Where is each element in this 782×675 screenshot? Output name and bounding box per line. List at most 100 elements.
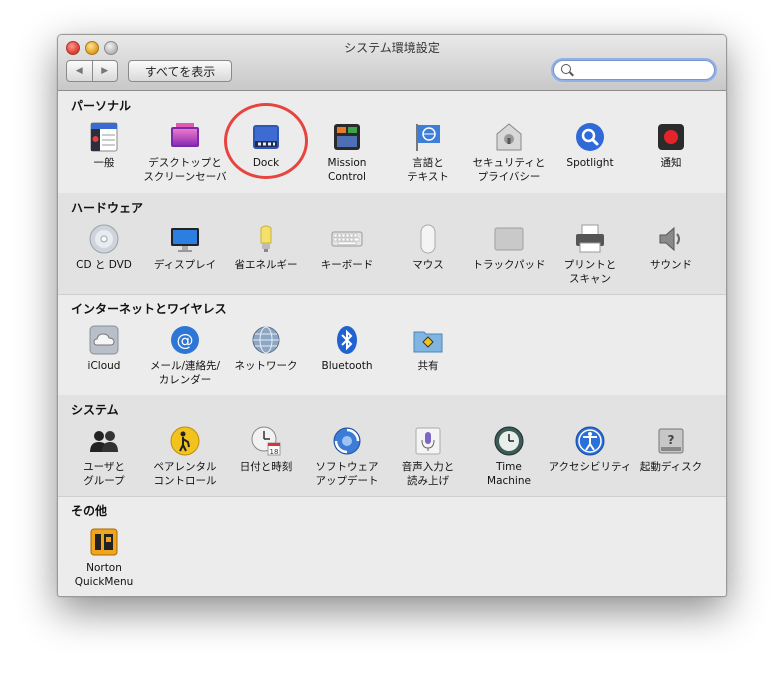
pref-label: ディスプレイ xyxy=(153,259,217,271)
section-internet: インターネットとワイヤレス iCloud @ メール/連絡先/ カレンダー ネッ… xyxy=(58,294,726,396)
time-machine-icon xyxy=(493,425,525,457)
section-title: ハードウェア xyxy=(71,201,144,215)
pref-label: 言語と テキスト xyxy=(407,157,449,183)
pref-label: ネットワーク xyxy=(234,360,298,372)
section-title: システム xyxy=(71,403,119,417)
pref-label: キーボード xyxy=(320,259,374,271)
pref-label: CD と DVD xyxy=(76,259,132,271)
toolbar: システム環境設定 ◀ ▶ すべてを表示 xyxy=(58,35,726,91)
pref-date-time[interactable]: 18 日付と時刻 xyxy=(224,425,308,474)
pref-startup-disk[interactable]: ? 起動ディスク xyxy=(629,425,713,474)
calendar-day: 18 xyxy=(270,448,279,456)
pref-spotlight[interactable]: Spotlight xyxy=(548,121,632,170)
pref-parental[interactable]: ペアレンタル コントロール xyxy=(143,425,227,488)
section-system: システム ユーザと グループ ペアレンタル コントロール 18 日付と時刻 ソフ… xyxy=(58,395,726,497)
show-all-button[interactable]: すべてを表示 xyxy=(128,60,232,82)
svg-text:?: ? xyxy=(668,433,675,447)
norton-icon xyxy=(88,526,120,558)
pref-notifications[interactable]: 通知 xyxy=(629,121,713,170)
section-hardware: ハードウェア CD と DVD ディスプレイ 省エネルギー キーボード マウス … xyxy=(58,193,726,295)
pref-keyboard[interactable]: キーボード xyxy=(305,223,389,272)
pref-desktop[interactable]: デスクトップと スクリーンセーバ xyxy=(143,121,227,184)
pref-language[interactable]: 言語と テキスト xyxy=(386,121,470,184)
parental-icon xyxy=(169,425,201,457)
section-personal: パーソナル 一般 デスクトップと スクリーンセーバ Dock Mission C… xyxy=(58,91,726,194)
pref-label: メール/連絡先/ カレンダー xyxy=(149,360,221,386)
search-field[interactable] xyxy=(553,60,715,80)
pref-label: 音声入力と 読み上げ xyxy=(401,461,455,487)
mission-control-icon xyxy=(331,121,363,153)
pref-label: Bluetooth xyxy=(321,360,373,372)
pref-printer[interactable]: プリントと スキャン xyxy=(548,223,632,286)
pref-label: サウンド xyxy=(650,259,692,271)
notifications-icon xyxy=(655,121,687,153)
language-icon xyxy=(412,121,444,153)
pref-label: 共有 xyxy=(417,360,439,372)
cd-dvd-icon xyxy=(88,223,120,255)
accessibility-icon xyxy=(574,425,606,457)
trackpad-icon xyxy=(493,223,525,255)
energy-icon xyxy=(250,223,282,255)
pref-label: ペアレンタル コントロール xyxy=(153,461,217,487)
nav-segment: ◀ ▶ xyxy=(66,60,118,82)
display-icon xyxy=(169,223,201,255)
desktop-icon xyxy=(169,121,201,153)
pref-label: マウス xyxy=(412,259,444,271)
pref-label: Mission Control xyxy=(327,157,367,183)
pref-label: iCloud xyxy=(87,360,121,372)
pref-software-update[interactable]: ソフトウェア アップデート xyxy=(305,425,389,488)
pref-label: デスクトップと スクリーンセーバ xyxy=(143,157,227,183)
pref-network[interactable]: ネットワーク xyxy=(224,324,308,373)
pref-label: 日付と時刻 xyxy=(239,461,293,473)
back-button[interactable]: ◀ xyxy=(67,61,92,81)
pref-accessibility[interactable]: アクセシビリティ xyxy=(548,425,632,474)
section-title: インターネットとワイヤレス xyxy=(71,302,227,316)
pref-energy[interactable]: 省エネルギー xyxy=(224,223,308,272)
spotlight-icon xyxy=(574,121,606,153)
sharing-icon xyxy=(412,324,444,356)
forward-button[interactable]: ▶ xyxy=(91,61,118,81)
pref-mail[interactable]: @ メール/連絡先/ カレンダー xyxy=(143,324,227,387)
security-icon xyxy=(493,121,525,153)
startup-disk-icon: ? xyxy=(655,425,687,457)
sound-icon xyxy=(655,223,687,255)
printer-icon xyxy=(574,223,606,255)
mouse-icon xyxy=(412,223,444,255)
pref-mission-control[interactable]: Mission Control xyxy=(305,121,389,184)
keyboard-icon xyxy=(331,223,363,255)
pref-bluetooth[interactable]: Bluetooth xyxy=(305,324,389,373)
pref-security[interactable]: セキュリティと プライバシー xyxy=(467,121,551,184)
pref-icloud[interactable]: iCloud xyxy=(62,324,146,373)
system-preferences-window: システム環境設定 ◀ ▶ すべてを表示 パーソナル 一般 デスクトップと スクリ… xyxy=(57,34,727,597)
highlight-circle xyxy=(224,103,308,179)
pref-label: アクセシビリティ xyxy=(548,461,632,473)
section-other: その他 Norton QuickMenu xyxy=(58,496,726,596)
search-input[interactable] xyxy=(574,62,708,79)
pref-label: 省エネルギー xyxy=(234,259,298,271)
pref-label: 通知 xyxy=(660,157,682,169)
pref-cd-dvd[interactable]: CD と DVD xyxy=(62,223,146,272)
general-icon xyxy=(88,121,120,153)
dictation-icon xyxy=(412,425,444,457)
pref-label: トラックパッド xyxy=(472,259,546,271)
pref-mouse[interactable]: マウス xyxy=(386,223,470,272)
date-time-icon: 18 xyxy=(250,425,282,457)
pref-dictation[interactable]: 音声入力と 読み上げ xyxy=(386,425,470,488)
pref-users[interactable]: ユーザと グループ xyxy=(62,425,146,488)
pref-sharing[interactable]: 共有 xyxy=(386,324,470,373)
pref-display[interactable]: ディスプレイ xyxy=(143,223,227,272)
pref-label: ユーザと グループ xyxy=(83,461,125,487)
pref-label: Time Machine xyxy=(487,461,531,487)
mail-icon: @ xyxy=(169,324,201,356)
pref-label: Norton QuickMenu xyxy=(74,562,134,588)
pref-general[interactable]: 一般 xyxy=(62,121,146,170)
pref-trackpad[interactable]: トラックパッド xyxy=(467,223,551,272)
pref-label: Spotlight xyxy=(566,157,614,169)
icloud-icon xyxy=(88,324,120,356)
pref-label: 起動ディスク xyxy=(639,461,703,473)
pref-time-machine[interactable]: Time Machine xyxy=(467,425,551,488)
pref-sound[interactable]: サウンド xyxy=(629,223,713,272)
bluetooth-icon xyxy=(331,324,363,356)
window-title: システム環境設定 xyxy=(344,41,440,55)
pref-norton[interactable]: Norton QuickMenu xyxy=(58,526,152,589)
